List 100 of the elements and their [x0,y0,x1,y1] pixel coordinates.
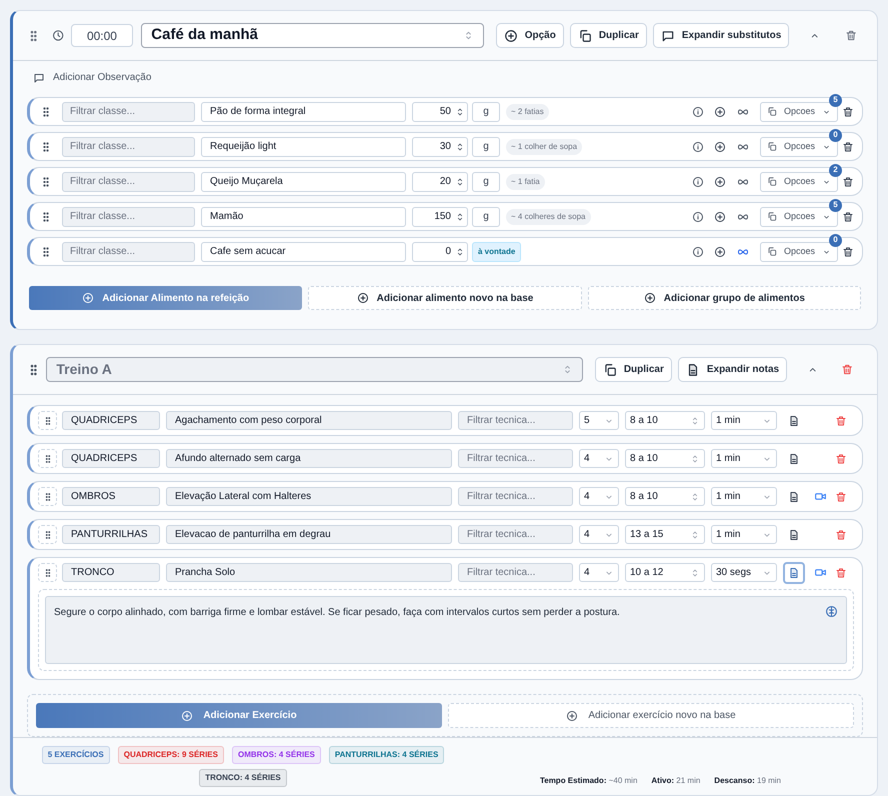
add-button[interactable]: Adicionar exercício novo na base [448,703,854,728]
exercise-name-field[interactable]: Elevacao de panturrilha em degrau [166,525,452,544]
workout-select[interactable]: Treino A [46,357,583,382]
document-icon [788,528,800,540]
unit-field[interactable]: g [472,172,500,192]
exercise-name-field[interactable]: Afundo alternado sem carga [166,449,452,468]
add-icon[interactable] [714,210,726,222]
muscle-group-field[interactable]: PANTURRILHAS [62,525,160,544]
class-filter-field[interactable]: Filtrar classe... [62,242,195,262]
muscle-group-field[interactable]: QUADRICEPS [62,449,160,468]
stepper-icon [690,492,700,502]
notes-button[interactable] [783,562,805,584]
unit-field[interactable]: g [472,206,500,226]
options-button[interactable]: Opcoes [760,136,838,156]
class-filter-field[interactable]: Filtrar classe... [62,206,195,226]
sets-select[interactable]: 5 [579,411,619,430]
technique-filter-field[interactable]: Filtrar tecnica... [458,525,573,544]
info-icon[interactable] [692,140,704,152]
drag-handle[interactable] [38,487,57,506]
unit-field[interactable]: g [472,136,500,156]
meal-title: Café da manhã [151,25,258,46]
sets-select[interactable]: 4 [579,563,619,582]
quantity-field[interactable]: 30 [412,136,468,156]
reps-select[interactable]: 10 a 12 [625,563,705,582]
drag-handle[interactable] [38,411,57,430]
rest-select[interactable]: 1 min [711,449,777,468]
drag-handle[interactable] [38,563,57,582]
drag-handle[interactable] [38,525,57,544]
info-icon[interactable] [692,210,704,222]
add-icon[interactable] [714,246,726,258]
technique-filter-field[interactable]: Filtrar tecnica... [458,411,573,430]
action-button[interactable]: Expandir substitutos [652,23,790,48]
unit-field[interactable]: g [472,102,500,122]
action-button[interactable]: Duplicar [570,23,647,48]
options-button[interactable]: Opcoes [760,102,838,122]
quantity-field[interactable]: 0 [412,242,468,262]
info-icon[interactable] [692,246,704,258]
quantity-field[interactable]: 20 [412,172,468,192]
notes-field[interactable]: Segure o corpo alinhado, com barriga firme e lombar estável. Se ficar pesado, faça com intervalos curtos sem perder a postura. [45,596,847,664]
options-button[interactable]: Opcoes [760,172,838,192]
options-button[interactable]: Opcoes [760,206,838,226]
rest-select[interactable]: 1 min [711,487,777,506]
rest-select[interactable]: 30 segs [711,563,777,582]
sets-value: 4 [584,490,590,504]
exercise-name-field[interactable]: Elevação Lateral com Halteres [166,487,452,506]
class-filter-field[interactable]: Filtrar classe... [62,172,195,192]
add-observation-button[interactable]: Adicionar Observação [33,70,152,85]
reps-value: 8 a 10 [630,490,658,504]
delete-icon[interactable] [842,246,854,258]
exercise-name-field[interactable]: Prancha Solo [166,563,452,582]
action-button[interactable]: Duplicar [594,357,672,382]
quantity-value: 150 [434,210,451,224]
class-filter-field[interactable]: Filtrar classe... [62,136,195,156]
copy-icon [578,28,592,42]
muscle-group-field[interactable]: OMBROS [62,487,160,506]
food-name-field[interactable]: Mamão [201,206,406,226]
time-field[interactable]: 00:00 [70,24,134,47]
sets-select[interactable]: 4 [579,449,619,468]
delete-icon[interactable] [842,210,854,222]
reps-select[interactable]: 8 a 10 [625,487,705,506]
muscle-group-field[interactable]: QUADRICEPS [62,411,160,430]
muscle-group-field[interactable]: TRONCO [62,563,160,582]
delete-icon[interactable] [842,176,854,188]
add-icon[interactable] [714,140,726,152]
class-filter-field[interactable]: Filtrar classe... [62,102,195,122]
copy-icon [767,211,777,222]
delete-icon[interactable] [842,140,854,152]
drag-handle[interactable] [38,449,57,468]
quantity-field[interactable]: 50 [412,102,468,122]
rest-select[interactable]: 1 min [711,411,777,430]
food-name-field[interactable]: Cafe sem acucar [201,242,406,262]
add-icon[interactable] [714,176,726,188]
food-name-field[interactable]: Requeijão light [201,136,406,156]
delete-icon[interactable] [844,29,857,42]
add-button[interactable]: Adicionar alimento novo na base [308,286,582,310]
food-name-field[interactable]: Queijo Muçarela [201,172,406,192]
sets-select[interactable]: 4 [579,525,619,544]
add-icon[interactable] [714,106,726,118]
meal-select[interactable]: Café da manhã [141,23,484,48]
reps-value: 8 a 10 [630,452,658,466]
reps-select[interactable]: 8 a 10 [625,411,705,430]
quantity-field[interactable]: 150 [412,206,468,226]
reps-select[interactable]: 13 a 15 [625,525,705,544]
action-button[interactable]: Opção [496,23,564,48]
copy-icon [767,106,777,117]
action-button[interactable]: Expandir notas [678,357,788,382]
exercise-name-field[interactable]: Agachamento com peso corporal [166,411,452,430]
stat-text: Ativo: 21 min [651,775,700,787]
reps-select[interactable]: 8 a 10 [625,449,705,468]
technique-filter-field[interactable]: Filtrar tecnica... [458,563,573,582]
info-icon[interactable] [692,176,704,188]
rest-select[interactable]: 1 min [711,525,777,544]
info-icon[interactable] [692,106,704,118]
technique-filter-field[interactable]: Filtrar tecnica... [458,449,573,468]
add-button[interactable]: Adicionar grupo de alimentos [588,286,861,310]
technique-filter-field[interactable]: Filtrar tecnica... [458,487,573,506]
options-button[interactable]: Opcoes [760,242,838,262]
sets-select[interactable]: 4 [579,487,619,506]
food-name-field[interactable]: Pão de forma integral [201,102,406,122]
delete-icon[interactable] [842,106,854,118]
